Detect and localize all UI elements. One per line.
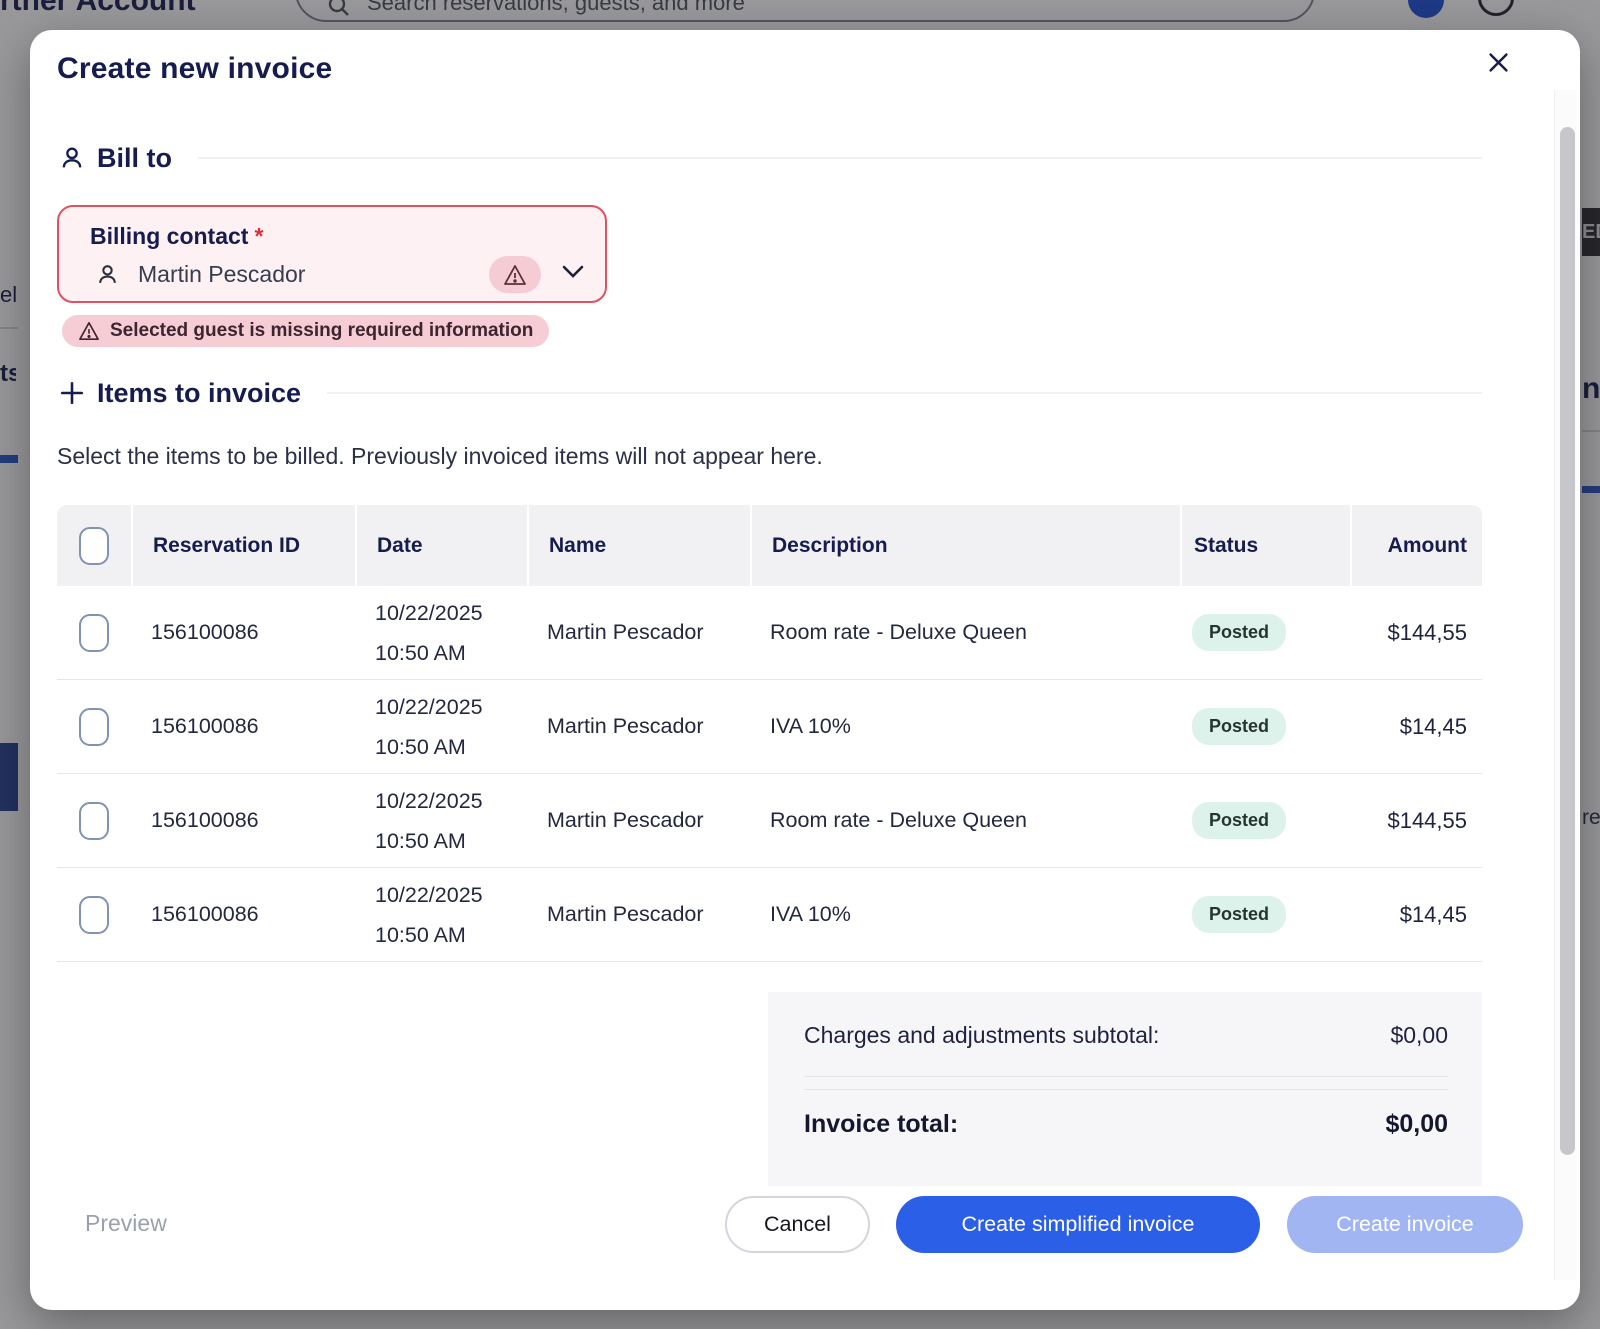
item-description: IVA 10% — [750, 714, 1180, 739]
reservation-id: 156100086 — [131, 714, 355, 739]
reservation-id: 156100086 — [131, 620, 355, 645]
create-invoice-modal: Create new invoice Bill to Billing conta… — [30, 30, 1580, 1310]
billing-contact-value: Martin Pescador — [138, 261, 305, 288]
date-cell: 10/22/202510:50 AM — [355, 687, 527, 767]
warning-message: Selected guest is missing required infor… — [110, 320, 533, 342]
items-title: Items to invoice — [97, 378, 301, 409]
invoice-total-value: $0,00 — [1385, 1110, 1448, 1139]
table-row: 156100086 10/22/202510:50 AM Martin Pesc… — [57, 774, 1482, 868]
create-invoice-button[interactable]: Create invoice — [1287, 1196, 1523, 1253]
guest-name: Martin Pescador — [527, 714, 750, 739]
invoice-summary: Charges and adjustments subtotal: $0,00 … — [768, 992, 1482, 1186]
contact-warning-chip — [489, 256, 541, 293]
row-checkbox[interactable] — [79, 614, 109, 652]
col-header-amount: Amount — [1350, 505, 1482, 586]
chevron-down-icon[interactable] — [560, 263, 586, 281]
item-description: Room rate - Deluxe Queen — [750, 808, 1180, 833]
person-icon — [57, 144, 87, 172]
status-badge: Posted — [1192, 802, 1286, 839]
modal-title: Create new invoice — [57, 52, 332, 86]
reservation-id: 156100086 — [131, 808, 355, 833]
preview-button[interactable]: Preview — [85, 1210, 167, 1237]
col-header-date: Date — [355, 505, 527, 586]
warning-triangle-icon — [78, 321, 100, 341]
amount: $144,55 — [1387, 620, 1467, 646]
plus-icon — [57, 380, 87, 406]
section-divider — [327, 392, 1482, 394]
bill-to-section-header: Bill to — [57, 140, 1482, 176]
amount: $14,45 — [1400, 714, 1467, 740]
section-divider — [198, 157, 1482, 159]
reservation-id: 156100086 — [131, 902, 355, 927]
row-checkbox[interactable] — [79, 708, 109, 746]
missing-info-warning-banner: Selected guest is missing required infor… — [62, 315, 549, 347]
col-header-description: Description — [750, 505, 1180, 586]
select-all-checkbox[interactable] — [79, 527, 109, 565]
guest-name: Martin Pescador — [527, 902, 750, 927]
row-checkbox[interactable] — [79, 896, 109, 934]
table-row: 156100086 10/22/202510:50 AM Martin Pesc… — [57, 586, 1482, 680]
contact-person-icon — [95, 262, 120, 287]
amount: $144,55 — [1387, 808, 1467, 834]
col-header-name: Name — [527, 505, 750, 586]
subtotal-label: Charges and adjustments subtotal: — [804, 1022, 1159, 1049]
date-cell: 10/22/202510:50 AM — [355, 781, 527, 861]
modal-scrollbar-thumb[interactable] — [1560, 127, 1575, 1155]
screen: rther Account Search reservations, guest… — [0, 0, 1600, 1329]
required-asterisk: * — [254, 223, 263, 249]
create-simplified-invoice-button[interactable]: Create simplified invoice — [896, 1196, 1260, 1253]
status-badge: Posted — [1192, 896, 1286, 933]
cancel-button[interactable]: Cancel — [725, 1196, 870, 1253]
col-header-status: Status — [1180, 505, 1350, 586]
date-cell: 10/22/202510:50 AM — [355, 875, 527, 955]
guest-name: Martin Pescador — [527, 620, 750, 645]
billing-contact-label: Billing contact* — [90, 223, 263, 250]
table-header-row: Reservation ID Date Name Description Sta… — [57, 505, 1482, 586]
items-section-header: Items to invoice — [57, 375, 1482, 411]
status-badge: Posted — [1192, 614, 1286, 651]
subtotal-value: $0,00 — [1390, 1022, 1448, 1049]
item-description: Room rate - Deluxe Queen — [750, 620, 1180, 645]
amount: $14,45 — [1400, 902, 1467, 928]
guest-name: Martin Pescador — [527, 808, 750, 833]
warning-triangle-icon — [503, 264, 527, 286]
items-description: Select the items to be billed. Previousl… — [57, 443, 823, 470]
row-checkbox[interactable] — [79, 802, 109, 840]
bill-to-title: Bill to — [97, 143, 172, 174]
close-icon[interactable] — [1482, 46, 1514, 78]
table-row: 156100086 10/22/202510:50 AM Martin Pesc… — [57, 868, 1482, 962]
table-row: 156100086 10/22/202510:50 AM Martin Pesc… — [57, 680, 1482, 774]
item-description: IVA 10% — [750, 902, 1180, 927]
col-header-reservation-id: Reservation ID — [131, 505, 355, 586]
invoice-total-label: Invoice total: — [804, 1110, 958, 1139]
date-cell: 10/22/202510:50 AM — [355, 593, 527, 673]
items-table: Reservation ID Date Name Description Sta… — [57, 505, 1482, 962]
status-badge: Posted — [1192, 708, 1286, 745]
billing-contact-select[interactable]: Billing contact* Martin Pescador — [57, 205, 607, 303]
summary-divider — [804, 1076, 1448, 1090]
